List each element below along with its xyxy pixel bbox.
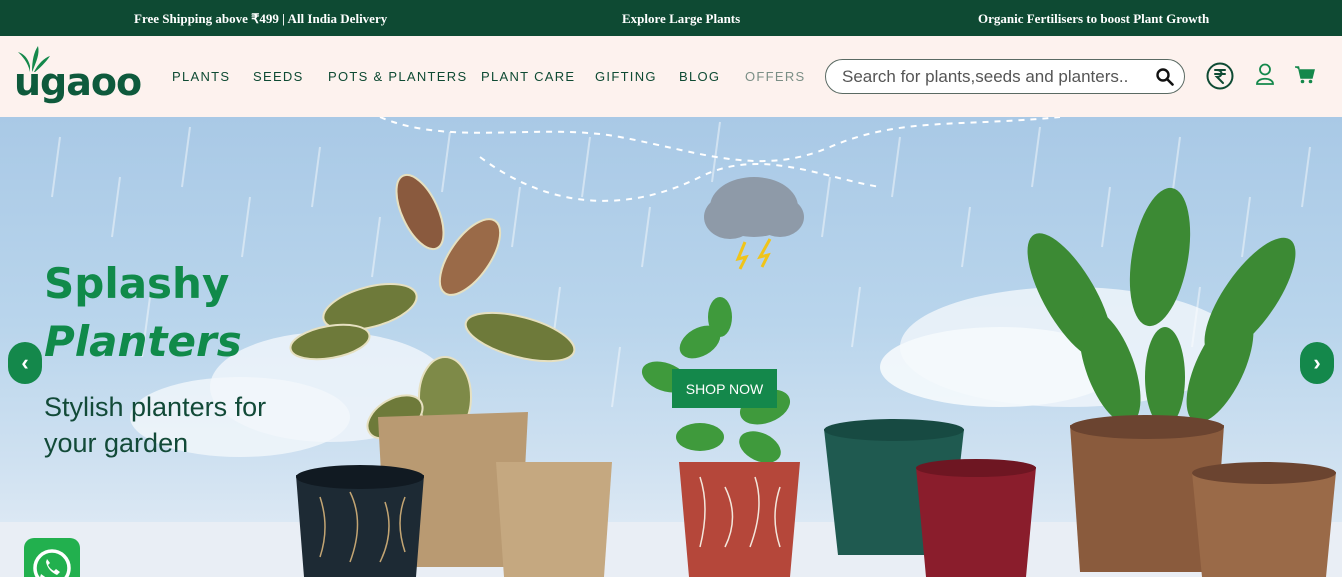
announcement-large-plants[interactable]: Explore Large Plants xyxy=(622,11,740,27)
chevron-right-icon: › xyxy=(1313,350,1321,375)
announcement-shipping[interactable]: Free Shipping above ₹499 | All India Del… xyxy=(134,11,387,27)
storm-cloud-icon xyxy=(704,177,804,270)
nav-plants[interactable]: PLANTS xyxy=(172,69,230,84)
announcement-fertilisers[interactable]: Organic Fertilisers to boost Plant Growt… xyxy=(978,11,1209,27)
nav-gifting[interactable]: GIFTING xyxy=(595,69,657,84)
hero-banner: Splashy Planters Stylish planters for yo… xyxy=(0,117,1342,577)
search-input[interactable] xyxy=(842,66,1152,88)
site-header: ugaoo PLANTS SEEDS POTS & PLANTERS PLANT… xyxy=(0,36,1342,117)
search-bar xyxy=(825,59,1185,94)
nav-offers[interactable]: OFFERS xyxy=(745,69,806,84)
whatsapp-icon xyxy=(33,549,71,577)
shop-now-button[interactable]: SHOP NOW xyxy=(672,369,777,408)
carousel-prev-button[interactable]: ‹ xyxy=(8,342,42,384)
hero-title-highlight: Planters xyxy=(44,317,242,366)
whatsapp-button[interactable] xyxy=(24,538,80,577)
announcement-bar: Free Shipping above ₹499 | All India Del… xyxy=(0,0,1342,36)
hero-subtitle: Stylish planters for your garden xyxy=(44,392,267,458)
hero-title: Splashy xyxy=(44,259,230,308)
cart-icon[interactable] xyxy=(1295,66,1315,84)
search-icon[interactable] xyxy=(1156,68,1174,86)
rupee-currency-icon[interactable] xyxy=(1206,62,1234,90)
logo-text: ugaoo xyxy=(14,60,142,104)
nav-pots-planters[interactable]: POTS & PLANTERS xyxy=(328,69,467,84)
nav-plant-care[interactable]: PLANT CARE xyxy=(481,69,575,84)
logo[interactable]: ugaoo xyxy=(14,44,150,108)
carousel-next-button[interactable]: › xyxy=(1300,342,1334,384)
nav-blog[interactable]: BLOG xyxy=(679,69,720,84)
nav-seeds[interactable]: SEEDS xyxy=(253,69,304,84)
chevron-left-icon: ‹ xyxy=(21,350,29,375)
user-icon[interactable] xyxy=(1255,63,1275,85)
